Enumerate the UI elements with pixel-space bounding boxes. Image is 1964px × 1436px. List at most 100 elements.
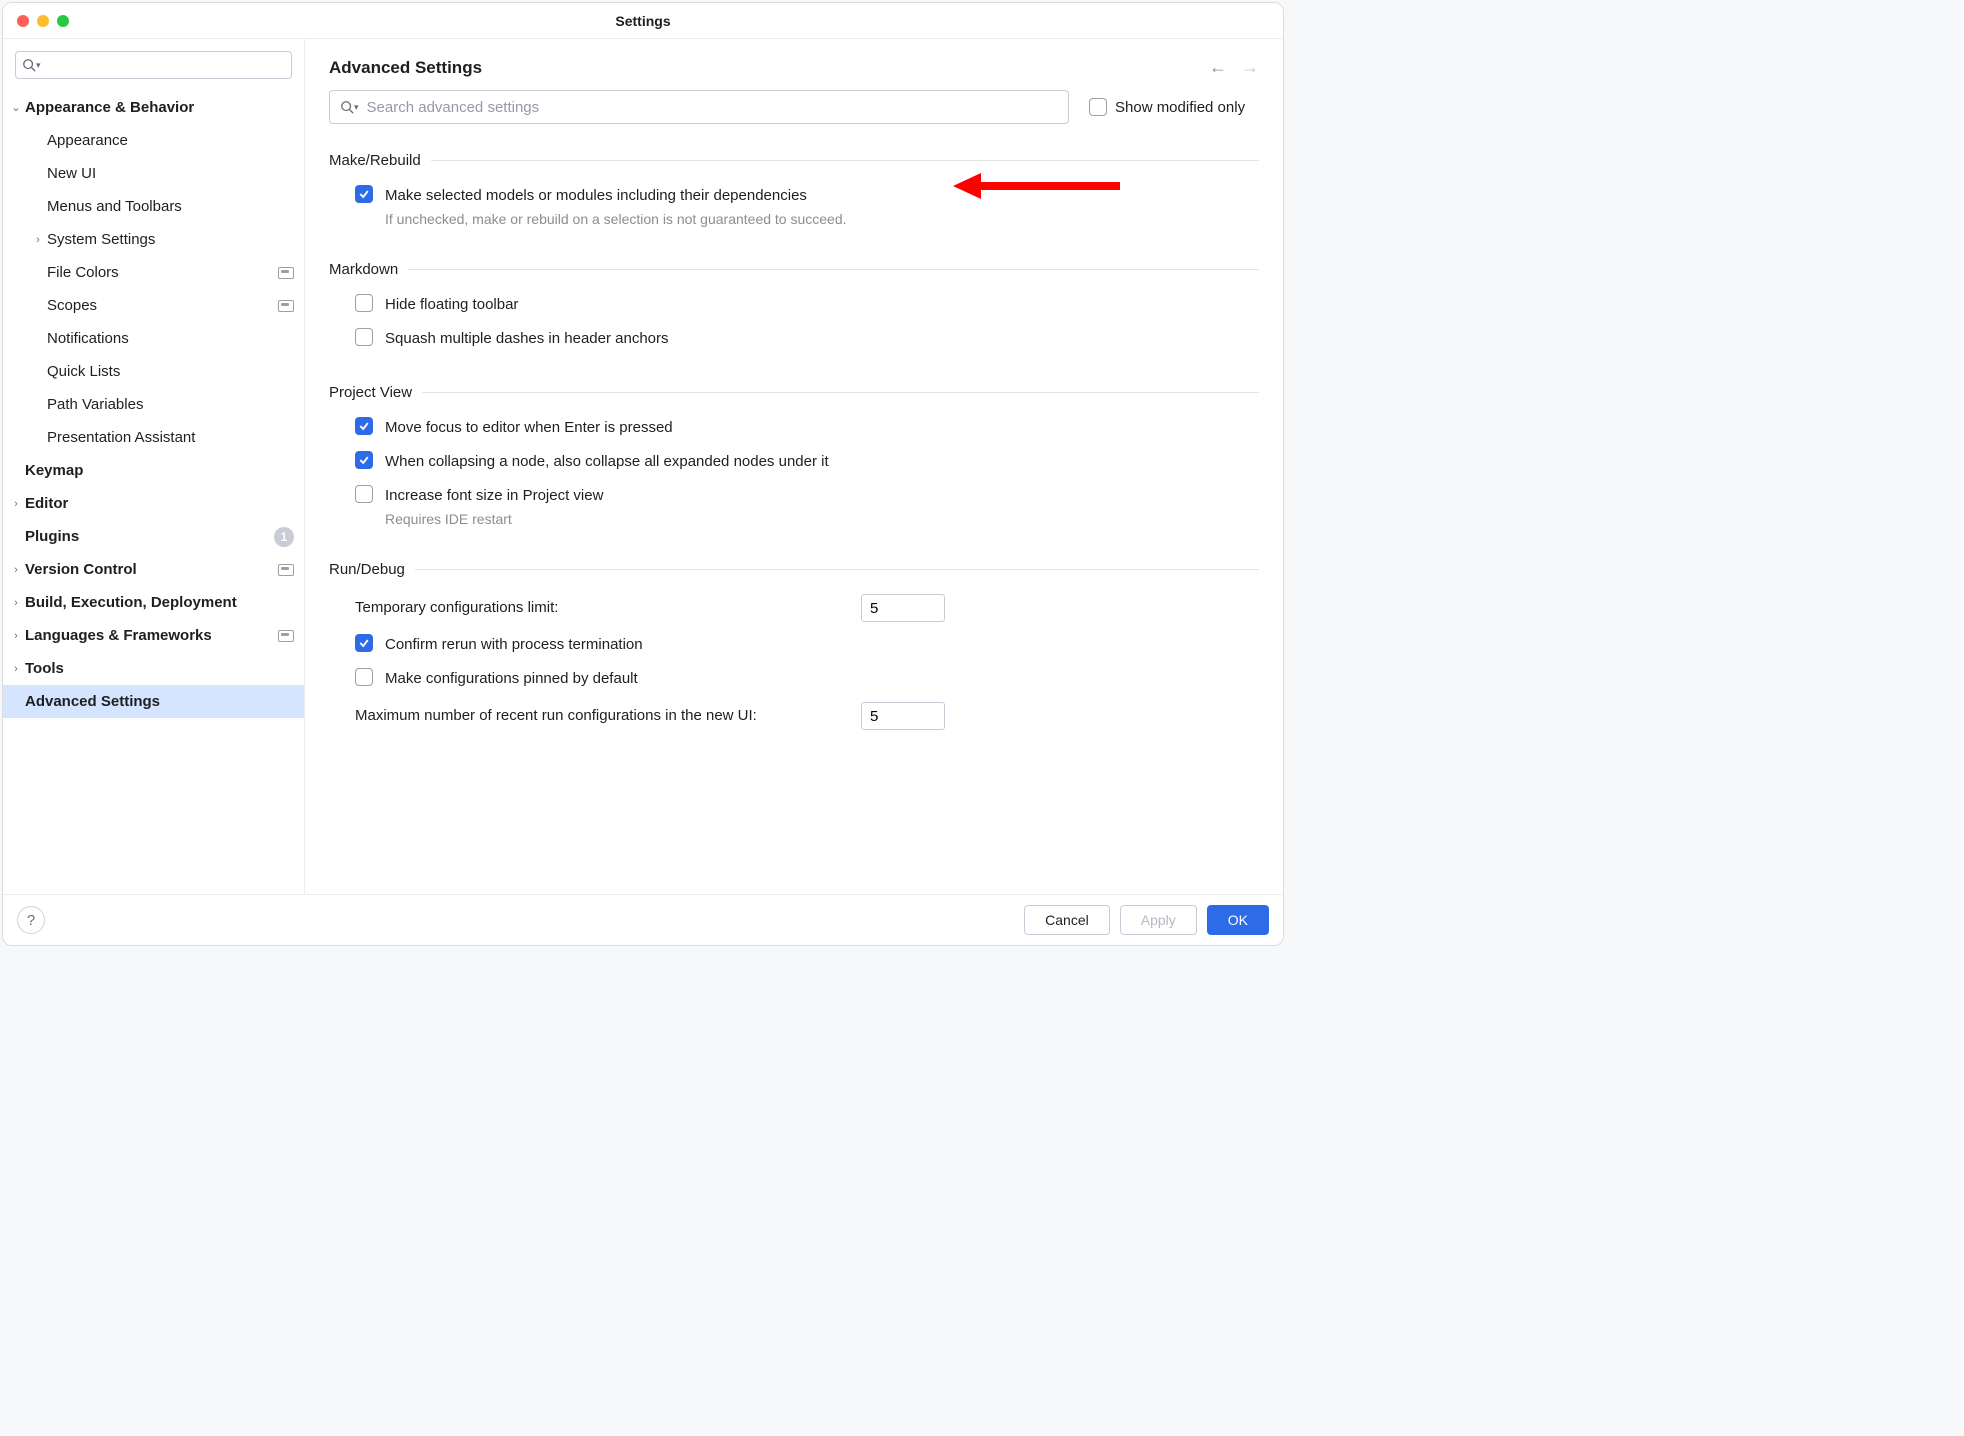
tree-item-label: Version Control <box>25 561 137 578</box>
search-icon <box>340 100 354 114</box>
show-modified-only-checkbox[interactable] <box>1089 98 1107 116</box>
tree-item-advanced-settings[interactable]: Advanced Settings <box>3 685 304 718</box>
maximize-window-button[interactable] <box>57 15 69 27</box>
chevron-down-icon: ▾ <box>36 60 41 71</box>
tree-item-presentation-assistant[interactable]: Presentation Assistant <box>3 421 304 454</box>
tree-item-label: Languages & Frameworks <box>25 627 212 644</box>
tree-item-keymap[interactable]: Keymap <box>3 454 304 487</box>
window-title: Settings <box>615 13 670 29</box>
chevron-icon: ⌄ <box>7 101 25 114</box>
checkbox-icon[interactable] <box>355 328 373 346</box>
chevron-icon <box>29 366 47 378</box>
show-modified-only-label: Show modified only <box>1115 99 1245 116</box>
settings-main: Advanced Settings ← → ▾ Show modified on… <box>305 39 1283 894</box>
tree-item-version-control[interactable]: ›Version Control <box>3 553 304 586</box>
help-button[interactable]: ? <box>17 906 45 934</box>
settings-tree[interactable]: ⌄Appearance & Behavior Appearance New UI… <box>3 87 304 894</box>
checkbox-icon[interactable] <box>355 668 373 686</box>
scope-tag-icon <box>278 564 294 576</box>
nav-back-button[interactable]: ← <box>1209 57 1227 78</box>
tree-item-appearance-behavior[interactable]: ⌄Appearance & Behavior <box>3 91 304 124</box>
titlebar: Settings <box>3 3 1283 39</box>
tree-item-path-variables[interactable]: Path Variables <box>3 388 304 421</box>
tree-item-build-execution-deployment[interactable]: ›Build, Execution, Deployment <box>3 586 304 619</box>
sidebar-search[interactable]: ▾ <box>15 51 292 79</box>
opt-increase-font-project[interactable]: Increase font size in Project view Requi… <box>329 479 1259 533</box>
cancel-button[interactable]: Cancel <box>1024 905 1110 935</box>
chevron-icon: › <box>29 234 47 246</box>
checkbox-icon[interactable] <box>355 634 373 652</box>
opt-squash-dashes[interactable]: Squash multiple dashes in header anchors <box>329 322 1259 356</box>
checkbox-icon[interactable] <box>355 485 373 503</box>
tree-item-label: File Colors <box>47 264 119 281</box>
opt-pinned-default[interactable]: Make configurations pinned by default <box>329 662 1259 696</box>
row-max-recent-configs: Maximum number of recent run configurati… <box>329 696 1259 736</box>
settings-footer: ? Cancel Apply OK <box>3 894 1283 945</box>
chevron-icon <box>7 465 25 477</box>
close-window-button[interactable] <box>17 15 29 27</box>
tree-item-scopes[interactable]: Scopes <box>3 289 304 322</box>
tree-item-editor[interactable]: ›Editor <box>3 487 304 520</box>
opt-make-selected-deps[interactable]: Make selected models or modules includin… <box>329 179 1259 233</box>
checkbox-icon[interactable] <box>355 451 373 469</box>
chevron-icon <box>29 432 47 444</box>
checkbox-icon[interactable] <box>355 294 373 312</box>
section-make-rebuild: Make/Rebuild <box>329 152 1259 169</box>
tree-item-plugins[interactable]: Plugins1 <box>3 520 304 553</box>
sidebar-search-input[interactable] <box>45 58 285 73</box>
tree-item-label: Editor <box>25 495 68 512</box>
count-badge: 1 <box>274 527 294 547</box>
tree-item-tools[interactable]: ›Tools <box>3 652 304 685</box>
scope-tag-icon <box>278 630 294 642</box>
chevron-icon: › <box>7 597 25 609</box>
advanced-search[interactable]: ▾ <box>329 90 1069 124</box>
advanced-search-input[interactable] <box>367 99 1058 116</box>
chevron-icon <box>29 168 47 180</box>
scope-tag-icon <box>278 300 294 312</box>
ok-button[interactable]: OK <box>1207 905 1269 935</box>
chevron-icon <box>29 399 47 411</box>
settings-body: ▾ ⌄Appearance & Behavior Appearance New … <box>3 39 1283 894</box>
show-modified-only-row[interactable]: Show modified only <box>1089 98 1245 116</box>
chevron-icon <box>29 333 47 345</box>
chevron-icon <box>7 531 25 543</box>
tree-item-label: Notifications <box>47 330 129 347</box>
tree-item-label: Appearance <box>47 132 128 149</box>
tree-item-label: Presentation Assistant <box>47 429 195 446</box>
tree-item-languages-frameworks[interactable]: ›Languages & Frameworks <box>3 619 304 652</box>
max-recent-configs-input[interactable] <box>861 702 945 730</box>
tree-item-label: Keymap <box>25 462 83 479</box>
tree-item-label: Appearance & Behavior <box>25 99 194 116</box>
tree-item-file-colors[interactable]: File Colors <box>3 256 304 289</box>
apply-button[interactable]: Apply <box>1120 905 1197 935</box>
chevron-icon <box>29 300 47 312</box>
minimize-window-button[interactable] <box>37 15 49 27</box>
tree-item-label: Advanced Settings <box>25 693 160 710</box>
tree-item-notifications[interactable]: Notifications <box>3 322 304 355</box>
tree-item-label: Menus and Toolbars <box>47 198 182 215</box>
scope-tag-icon <box>278 267 294 279</box>
tree-item-label: Path Variables <box>47 396 143 413</box>
checkbox-icon[interactable] <box>355 185 373 203</box>
section-markdown: Markdown <box>329 261 1259 278</box>
tree-item-label: Tools <box>25 660 64 677</box>
checkbox-icon[interactable] <box>355 417 373 435</box>
nav-forward-button[interactable]: → <box>1241 57 1259 78</box>
chevron-icon <box>29 135 47 147</box>
tree-item-system-settings[interactable]: ›System Settings <box>3 223 304 256</box>
section-project-view: Project View <box>329 384 1259 401</box>
tree-item-menus-and-toolbars[interactable]: Menus and Toolbars <box>3 190 304 223</box>
opt-confirm-rerun[interactable]: Confirm rerun with process termination <box>329 628 1259 662</box>
tree-item-new-ui[interactable]: New UI <box>3 157 304 190</box>
tree-item-appearance[interactable]: Appearance <box>3 124 304 157</box>
opt-move-focus-enter[interactable]: Move focus to editor when Enter is press… <box>329 411 1259 445</box>
nav-arrows: ← → <box>1209 57 1259 78</box>
opt-hide-floating-toolbar[interactable]: Hide floating toolbar <box>329 288 1259 322</box>
tree-item-quick-lists[interactable]: Quick Lists <box>3 355 304 388</box>
temp-config-limit-input[interactable] <box>861 594 945 622</box>
chevron-icon: › <box>7 630 25 642</box>
chevron-icon: › <box>7 564 25 576</box>
opt-collapse-nodes[interactable]: When collapsing a node, also collapse al… <box>329 445 1259 479</box>
settings-sidebar: ▾ ⌄Appearance & Behavior Appearance New … <box>3 39 305 894</box>
row-temp-config-limit: Temporary configurations limit: <box>329 588 1259 628</box>
